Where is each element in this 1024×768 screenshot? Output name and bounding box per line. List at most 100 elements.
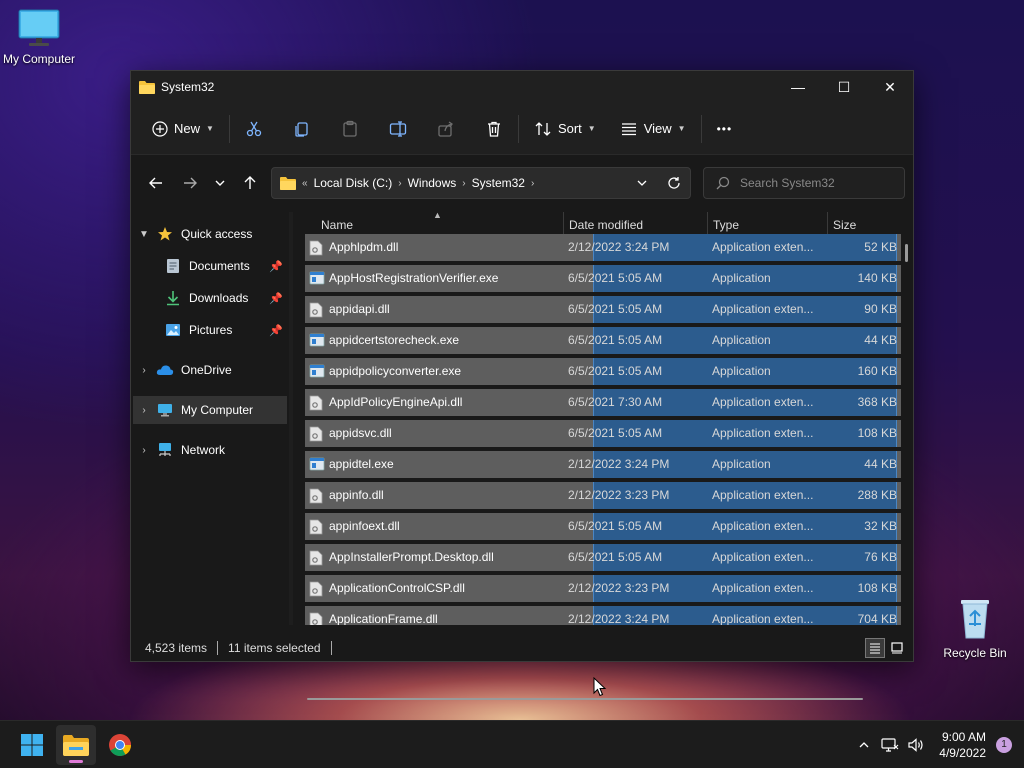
file-type: Application: [712, 271, 771, 285]
monitor-icon: [158, 404, 172, 417]
forward-button[interactable]: [175, 168, 205, 198]
vertical-scrollbar-thumb[interactable]: [905, 244, 908, 262]
close-button[interactable]: ✕: [867, 71, 913, 103]
up-button[interactable]: [235, 168, 265, 198]
breadcrumb-local-disk[interactable]: Local Disk (C:): [314, 176, 393, 190]
exe-file-icon: [309, 271, 325, 285]
table-row[interactable]: Apphlpdm.dll 2/12/2022 3:24 PM Application…: [305, 234, 901, 261]
nav-item-pictures[interactable]: Pictures 📌: [133, 316, 287, 344]
sort-icon: [535, 121, 551, 136]
dll-file-icon: [309, 519, 323, 535]
table-row[interactable]: AppHostRegistrationVerifier.exe 6/5/2021 …: [305, 265, 901, 292]
back-button[interactable]: [141, 168, 171, 198]
command-bar: New ▼ Sort ▼ View ▼ •••: [131, 103, 913, 155]
start-button[interactable]: [12, 725, 52, 765]
chevron-right-icon[interactable]: ›: [133, 365, 155, 376]
status-separator: [217, 641, 219, 655]
file-size: 32 KB: [864, 519, 897, 533]
column-header-type[interactable]: Type: [713, 218, 739, 232]
file-name: AppIdPolicyEngineApi.dll: [329, 395, 463, 409]
copy-button[interactable]: [286, 113, 318, 145]
file-name: appidtel.exe: [329, 457, 394, 471]
desktop-icon-recycle-bin[interactable]: Recycle Bin: [930, 596, 1020, 660]
table-row[interactable]: appidsvc.dll 6/5/2021 5:05 AM Application …: [305, 420, 901, 447]
breadcrumb-windows[interactable]: Windows: [408, 176, 457, 190]
address-bar[interactable]: « Local Disk (C:) › Windows › System32 ›: [271, 167, 691, 199]
chevron-right-icon[interactable]: ›: [133, 445, 155, 456]
document-icon: [167, 259, 179, 273]
taskbar-chrome[interactable]: [100, 725, 140, 765]
chevron-right-icon[interactable]: ›: [398, 178, 401, 189]
status-separator: [330, 641, 332, 655]
table-row[interactable]: appidapi.dll 6/5/2021 5:05 AM Application …: [305, 296, 901, 323]
taskbar-file-explorer[interactable]: [56, 724, 96, 765]
delete-button[interactable]: [478, 113, 510, 145]
network-status-button[interactable]: [877, 737, 903, 753]
arrow-left-icon: [149, 177, 162, 189]
table-row[interactable]: appidpolicyconverter.exe 6/5/2021 5:05 AM…: [305, 358, 901, 385]
sort-button[interactable]: Sort ▼: [527, 113, 603, 145]
nav-item-my-computer[interactable]: › My Computer: [133, 396, 287, 424]
file-icon: [309, 302, 325, 318]
maximize-button[interactable]: ☐: [821, 71, 867, 103]
tiles-view-button[interactable]: [887, 638, 907, 658]
minimize-button[interactable]: —: [775, 71, 821, 103]
refresh-button[interactable]: [658, 176, 690, 190]
folder-icon: [139, 81, 155, 94]
rename-button[interactable]: [382, 113, 414, 145]
column-header-name[interactable]: Name: [321, 218, 353, 232]
chevron-down-icon[interactable]: ▼: [133, 229, 155, 240]
horizontal-scrollbar-thumb[interactable]: [307, 698, 863, 700]
show-hidden-icons-button[interactable]: [851, 739, 877, 751]
volume-button[interactable]: [903, 737, 929, 753]
column-header-size[interactable]: Size: [833, 218, 856, 232]
table-row[interactable]: appinfo.dll 2/12/2022 3:23 PM Application …: [305, 482, 901, 509]
file-size: 288 KB: [857, 488, 897, 502]
table-row[interactable]: ApplicationControlCSP.dll 2/12/2022 3:23 …: [305, 575, 901, 602]
table-row[interactable]: AppInstallerPrompt.Desktop.dll 6/5/2021 5…: [305, 544, 901, 571]
new-button[interactable]: New ▼: [145, 113, 221, 145]
title-bar[interactable]: System32 — ☐ ✕: [131, 71, 913, 103]
share-button[interactable]: [430, 113, 462, 145]
clock[interactable]: 9:00 AM 4/9/2022: [939, 729, 986, 761]
table-row[interactable]: AppIdPolicyEngineApi.dll 6/5/2021 7:30 AM…: [305, 389, 901, 416]
nav-item-onedrive[interactable]: › OneDrive: [133, 356, 287, 384]
share-icon: [438, 120, 453, 137]
dll-file-icon: [309, 395, 323, 411]
nav-item-downloads[interactable]: Downloads 📌: [133, 284, 287, 312]
notification-badge[interactable]: 1: [996, 736, 1012, 753]
recent-locations-button[interactable]: [205, 168, 235, 198]
exe-file-icon: [309, 333, 325, 347]
nav-item-quick-access[interactable]: ▼ Quick access: [133, 220, 287, 248]
taskbar: 9:00 AM 4/9/2022 1: [0, 720, 1024, 768]
chevron-right-icon[interactable]: ›: [531, 178, 534, 189]
file-icon: [309, 581, 325, 597]
nav-item-label: Network: [181, 443, 226, 457]
address-history-button[interactable]: [626, 176, 658, 190]
toolbar-separator: [228, 114, 230, 143]
details-view-button[interactable]: [865, 638, 885, 658]
nav-item-documents[interactable]: Documents 📌: [133, 252, 287, 280]
table-row[interactable]: appidcertstorecheck.exe 6/5/2021 5:05 AM A…: [305, 327, 901, 354]
more-options-button[interactable]: •••: [710, 113, 740, 145]
paste-button[interactable]: [334, 113, 366, 145]
search-box[interactable]: Search System32: [703, 167, 905, 199]
table-row[interactable]: appidtel.exe 2/12/2022 3:24 PM Application…: [305, 451, 901, 478]
nav-item-network[interactable]: › Network: [133, 436, 287, 464]
breadcrumb-overflow[interactable]: «: [302, 178, 308, 189]
file-date: 6/5/2021 5:05 AM: [568, 333, 663, 347]
breadcrumb-system32[interactable]: System32: [472, 176, 525, 190]
file-type: Application exten...: [712, 426, 814, 440]
column-header-date[interactable]: Date modified: [569, 218, 643, 232]
system-tray: 9:00 AM 4/9/2022 1: [851, 721, 1024, 768]
chevron-right-icon[interactable]: ›: [462, 178, 465, 189]
view-button[interactable]: View ▼: [613, 113, 693, 145]
nav-pane-scrollbar[interactable]: [289, 212, 293, 625]
file-explorer-window: System32 — ☐ ✕ New ▼ Sort ▼ View ▼ ••• «…: [130, 70, 914, 700]
file-size: 160 KB: [857, 364, 897, 378]
chevron-right-icon[interactable]: ›: [133, 405, 155, 416]
table-row[interactable]: appinfoext.dll 6/5/2021 5:05 AM Applicatio…: [305, 513, 901, 540]
cut-button[interactable]: [238, 113, 270, 145]
table-row[interactable]: ApplicationFrame.dll 2/12/2022 3:24 PM App…: [305, 606, 901, 625]
desktop-icon-my-computer[interactable]: My Computer: [0, 8, 84, 66]
